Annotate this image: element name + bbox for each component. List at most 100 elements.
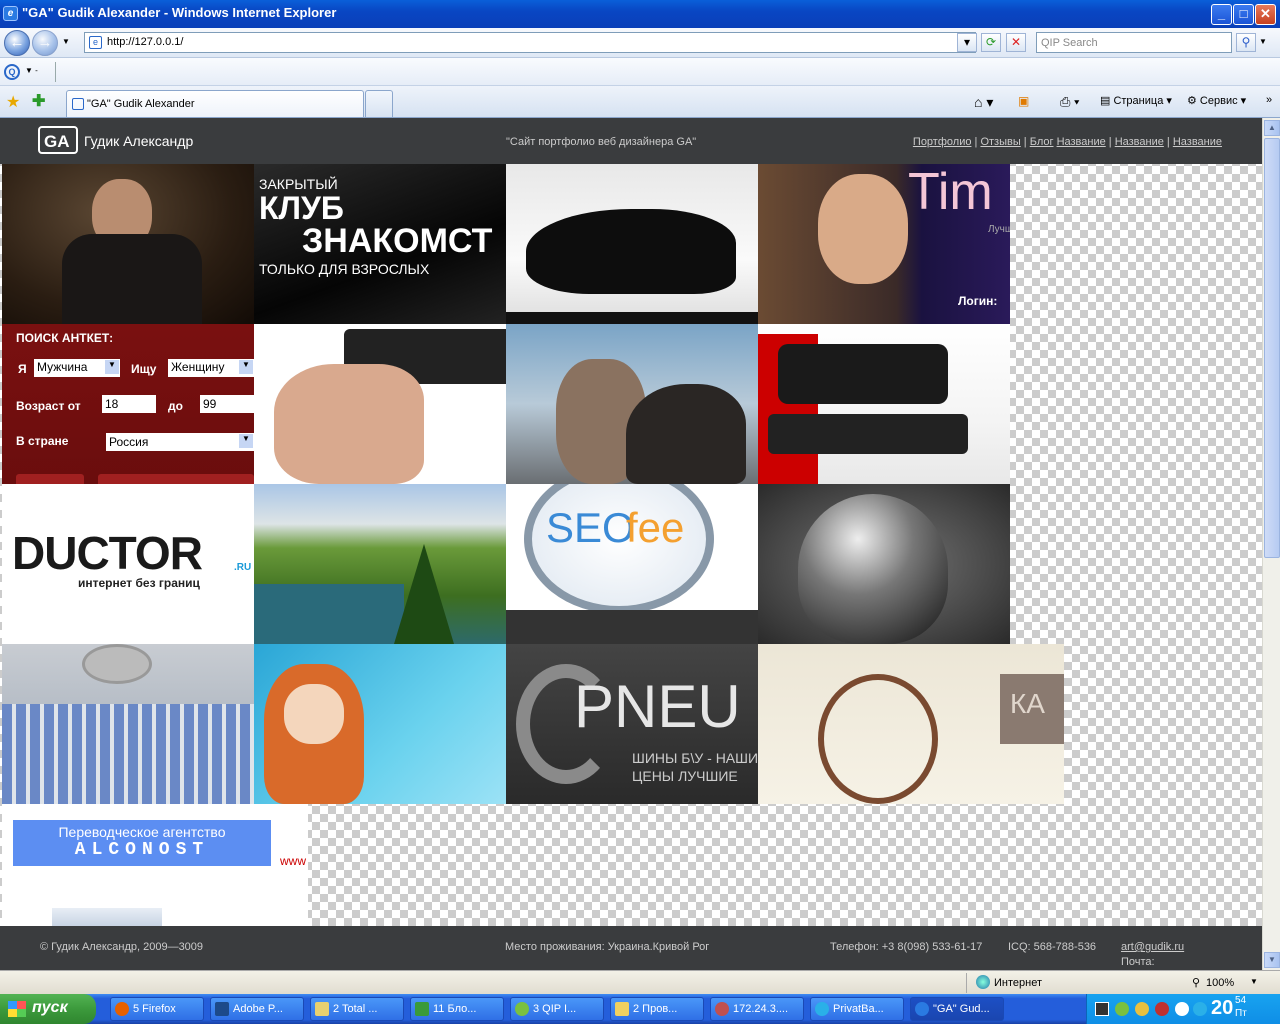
task-firefox[interactable]: 5 Firefox — [110, 997, 204, 1021]
tile-figure-body — [62, 234, 202, 324]
page-menu[interactable]: ▤ Страница ▾ — [1100, 94, 1172, 107]
age-to-input[interactable]: 99 — [200, 395, 254, 413]
tray-qip-icon[interactable] — [1115, 1002, 1129, 1016]
portfolio-tile-building[interactable] — [2, 644, 254, 804]
tray-monitor-icon[interactable] — [1095, 1002, 1109, 1016]
search-icon[interactable]: ⚲ — [1236, 33, 1256, 52]
address-dropdown-icon[interactable]: ▾ — [957, 33, 977, 52]
qip-menu-icon[interactable]: ▼ - — [25, 66, 38, 75]
tray-app-icon[interactable] — [1135, 1002, 1149, 1016]
country-select[interactable]: Россия ▼ — [106, 433, 254, 451]
start-button[interactable]: пуск — [0, 994, 96, 1024]
gender-select[interactable]: Мужчина ▼ — [34, 359, 120, 377]
search-options-icon[interactable]: ▼ — [1259, 37, 1267, 46]
task-label: Adobe P... — [233, 1003, 283, 1015]
scroll-thumb[interactable] — [1264, 138, 1280, 558]
task-network[interactable]: 172.24.3.... — [710, 997, 804, 1021]
task-total[interactable]: 2 Total ... — [310, 997, 404, 1021]
portfolio-tile-club[interactable]: ЗАКРЫТЫЙ КЛУБ ЗНАКОМСТ ТОЛЬКО ДЛЯ ВЗРОСЛ… — [254, 164, 506, 324]
chevron-down-icon: ▼ — [105, 360, 119, 374]
task-qip[interactable]: 3 QIP I... — [510, 997, 604, 1021]
qip-icon[interactable]: Q — [4, 64, 20, 80]
minimize-button[interactable]: _ — [1211, 4, 1232, 25]
age-from-input[interactable]: 18 — [102, 395, 156, 413]
window-titlebar[interactable]: e "GA" Gudik Alexander - Windows Interne… — [0, 0, 1280, 28]
scroll-down-icon[interactable]: ▼ — [1264, 952, 1280, 968]
portfolio-tile-anime[interactable] — [254, 644, 506, 804]
task-privatbank[interactable]: PrivatBa... — [810, 997, 904, 1021]
close-button[interactable]: ✕ — [1255, 4, 1276, 25]
clock-hour[interactable]: 20 — [1211, 997, 1233, 1020]
status-zoom[interactable]: 100% — [1206, 977, 1234, 989]
clock-minute: 54 — [1235, 995, 1247, 1006]
zoom-icon[interactable]: ⚲ — [1192, 976, 1200, 989]
print-icon[interactable]: ⎙ ▾ — [1060, 94, 1079, 110]
tab-active[interactable]: "GA" Gudik Alexander — [66, 90, 364, 117]
fee-text: fee — [626, 504, 685, 551]
new-tab-button[interactable] — [365, 90, 393, 117]
scroll-up-icon[interactable]: ▲ — [1264, 120, 1280, 136]
tile-staircase — [818, 674, 938, 804]
tray-skype-icon[interactable] — [1193, 1002, 1207, 1016]
portfolio-tile-club-man[interactable] — [2, 164, 254, 324]
tray-bluetooth-icon[interactable] — [1175, 1002, 1189, 1016]
nav-portfolio[interactable]: Портфолио — [913, 136, 972, 148]
add-favorite-icon[interactable]: ✚ — [32, 91, 45, 111]
tile-building-windows — [2, 704, 254, 804]
feeds-icon[interactable]: ▣ — [1018, 94, 1029, 108]
tim-brand: Tim — [908, 164, 993, 221]
refresh-icon[interactable]: ⟳ — [981, 33, 1001, 52]
portfolio-tile-sofa[interactable] — [758, 324, 1010, 484]
nav-reviews[interactable]: Отзывы — [980, 136, 1020, 148]
zoom-dropdown-icon[interactable]: ▼ — [1250, 977, 1258, 986]
portfolio-tile-tim[interactable]: Tim Лучш Логин: — [758, 164, 1010, 324]
task-explorer[interactable]: 2 Пров... — [610, 997, 704, 1021]
maximize-button[interactable]: □ — [1233, 4, 1254, 25]
portfolio-tile-beetle[interactable] — [758, 484, 1010, 644]
portfolio-tile-gun[interactable] — [254, 324, 506, 484]
vertical-scrollbar[interactable]: ▲ ▼ — [1262, 118, 1280, 970]
tile-beetle-body — [798, 494, 948, 644]
portfolio-tile-warrior[interactable] — [506, 324, 758, 484]
chevron-right-icon[interactable]: » — [1266, 94, 1272, 106]
portfolio-tile-search[interactable]: ПОИСК АНТКЕТ: Я Мужчина ▼ Ищу Женщину ▼ Во… — [2, 324, 254, 484]
footer-icq: ICQ: 568-788-536 — [1008, 941, 1097, 953]
tools-menu[interactable]: ⚙ Сервис ▾ — [1187, 94, 1246, 107]
footer-mail-link[interactable]: art@gudik.ru — [1121, 941, 1184, 953]
portfolio-tile-pneu[interactable]: PNEU ШИНЫ Б\У - НАШИ ЦЕНЫ ЛУЧШИЕ — [506, 644, 758, 804]
portfolio-tile-landscape[interactable] — [254, 484, 506, 644]
seo-text: SEO — [546, 504, 635, 551]
portfolio-tile-ductor[interactable]: DUCTOR .RU интернет без границ — [2, 484, 254, 644]
nav-item-5[interactable]: Название — [1115, 136, 1164, 148]
tray-antivirus-icon[interactable] — [1155, 1002, 1169, 1016]
history-dropdown-icon[interactable]: ▼ — [62, 37, 70, 46]
seek-gender-select[interactable]: Женщину ▼ — [168, 359, 254, 377]
address-field[interactable]: e http://127.0.0.1/ — [84, 32, 976, 53]
club-line4: ТОЛЬКО ДЛЯ ВЗРОСЛЫХ — [259, 261, 430, 277]
pneu-brand: PNEU — [574, 673, 741, 740]
search-reset-button[interactable] — [98, 474, 254, 484]
search-input[interactable]: QIP Search — [1036, 32, 1232, 53]
tile-portrait-face — [818, 174, 908, 284]
home-icon[interactable]: ⌂ ▾ — [974, 94, 993, 111]
tile-sofa-seat — [768, 414, 968, 454]
forward-button[interactable]: → — [32, 30, 58, 56]
portfolio-tile-interior[interactable]: КА — [758, 644, 1064, 804]
site-logo-text[interactable]: Гудик Александр — [84, 133, 193, 149]
search-submit-button[interactable] — [16, 474, 84, 484]
nav-item-6[interactable]: Название — [1173, 136, 1222, 148]
back-button[interactable]: ← — [4, 30, 30, 56]
favorites-star-icon[interactable]: ★ — [6, 92, 20, 112]
nav-item-4[interactable]: Название — [1057, 136, 1106, 148]
age-from-label: Возраст от — [16, 399, 81, 413]
address-url: http://127.0.0.1/ — [107, 36, 184, 48]
task-ie-active[interactable]: "GA" Gud... — [910, 997, 1004, 1021]
portfolio-tile-seofee[interactable]: SEO fee — [506, 484, 758, 644]
portfolio-tile-ninja[interactable] — [506, 164, 758, 324]
task-adobe[interactable]: Adobe P... — [210, 997, 304, 1021]
portfolio-tile-alconost[interactable]: Переводческое агентство ALCONOST www — [2, 804, 308, 926]
task-notepad[interactable]: 11 Бло... — [410, 997, 504, 1021]
nav-blog[interactable]: Блог — [1030, 136, 1054, 148]
ga-logo-icon[interactable]: GA — [38, 126, 78, 154]
stop-icon[interactable]: ✕ — [1006, 33, 1026, 52]
